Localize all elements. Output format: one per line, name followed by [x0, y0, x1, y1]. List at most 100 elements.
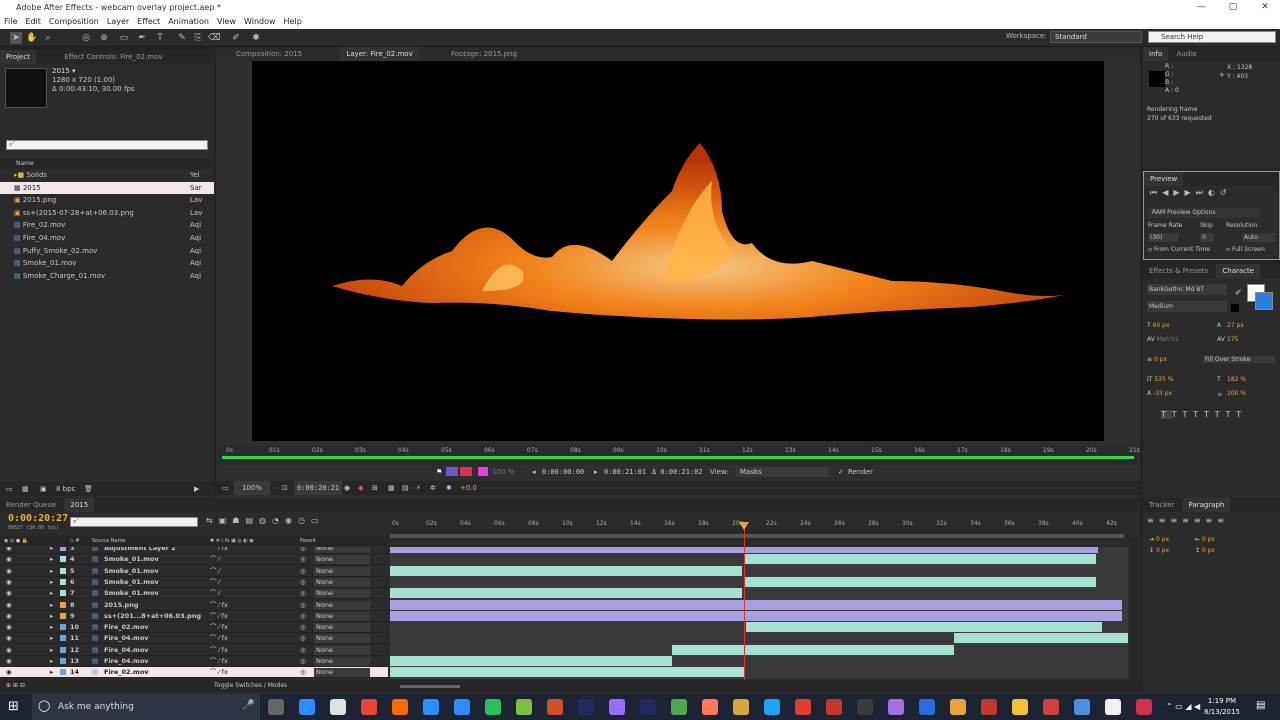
parent-select[interactable]: None [314, 611, 370, 621]
taskbar-app-icon[interactable] [578, 699, 594, 715]
taskbar-app-icon[interactable] [1105, 699, 1121, 715]
label-color[interactable] [60, 547, 66, 551]
list-item[interactable]: ▤ Smoke_01.mov Aqi [0, 257, 214, 270]
play-icon[interactable]: ▶ [1173, 188, 1184, 197]
viewer-canvas[interactable] [252, 61, 1104, 441]
pan-behind-tool-icon[interactable]: ⊕ [98, 32, 110, 44]
parent-icon[interactable]: ◎ [300, 611, 306, 622]
last-frame-icon[interactable]: ⏭ [1196, 188, 1208, 197]
indent-right[interactable]: 0 px [1202, 536, 1215, 543]
parent-icon[interactable]: ◎ [300, 547, 306, 554]
next-frame-icon[interactable]: ▶ [1185, 188, 1196, 197]
taskbar-app-icon[interactable] [1074, 699, 1090, 715]
parent-icon[interactable]: ◎ [300, 554, 306, 565]
color-icon[interactable] [460, 467, 472, 476]
visibility-icon[interactable]: ◉ [6, 547, 12, 554]
project-search-input[interactable]: ⌕ᐟ [6, 140, 208, 150]
zoom-select[interactable]: 100% [234, 481, 270, 495]
table-row[interactable]: ◉ ▸ 9 ▤ ss+(201...8+at+06.03.png ⌒ ⁄ fx ◎ None [0, 611, 388, 622]
folder-icon[interactable]: ▭ [6, 482, 13, 496]
taskbar-app-icon[interactable] [609, 699, 625, 715]
parent-select[interactable]: None [314, 600, 370, 610]
graph-icon[interactable]: ▭ [311, 516, 325, 525]
rectangle-tool-icon[interactable]: ▭ [118, 32, 130, 44]
layer-name[interactable]: 2015.png [104, 600, 139, 611]
eraser-tool-icon[interactable]: ⌫ [208, 32, 221, 44]
parent-icon[interactable]: ◎ [300, 645, 306, 656]
switch-icons[interactable]: ⌒ ⁄ fx [210, 633, 228, 644]
parent-select[interactable]: None [314, 555, 370, 565]
stroke-color-swatch[interactable] [1255, 292, 1273, 310]
channel-icon[interactable] [446, 467, 458, 476]
new-folder-icon[interactable]: ▦ [22, 482, 29, 496]
layer-name[interactable]: Fire_04.mov [104, 633, 149, 644]
stroke-mode-select[interactable]: Fill Over Stroke [1203, 356, 1275, 363]
render-checkbox[interactable]: ✓ [838, 466, 844, 478]
visibility-icon[interactable]: ◉ [6, 622, 12, 633]
parent-icon[interactable]: ◎ [300, 622, 306, 633]
selection-tool-icon[interactable]: ➤ [10, 32, 22, 44]
taskbar-app-icon[interactable] [702, 699, 718, 715]
tab-project[interactable]: Project [0, 50, 36, 64]
layer-bar[interactable] [390, 610, 1122, 621]
tab-effects-presets[interactable]: Effects & Presets [1143, 264, 1214, 278]
layer-bar[interactable] [390, 667, 744, 678]
layer-overlay-icon[interactable]: ⚑ [436, 466, 442, 478]
layer-bar[interactable] [744, 554, 1096, 565]
tab-audio[interactable]: Audio [1170, 47, 1202, 61]
list-item[interactable]: ▤ Puffy_Smoke_02.mov Aqi [0, 245, 214, 258]
tab-paragraph[interactable]: Paragraph [1182, 498, 1231, 512]
workspace-select[interactable]: Standard [1050, 31, 1142, 43]
label-color[interactable] [60, 590, 66, 597]
menu-layer[interactable]: Layer [103, 15, 133, 29]
safe-zones-icon[interactable]: ⊡ [282, 481, 288, 495]
expand-icon[interactable]: ▸ [50, 633, 53, 644]
parent-icon[interactable]: ◎ [300, 633, 306, 644]
taskbar-app-icon[interactable] [795, 699, 811, 715]
visibility-icon[interactable]: ◉ [6, 554, 12, 565]
switches-icons[interactable]: ✱ ✲ \ fx ▣ ◎ ◐ ◉ [210, 536, 254, 546]
viewer-ruler[interactable]: 0s 01s 02s 03s 04s 05s 06s 07s 08s 09s 10s 11s 12s 13… [218, 445, 1140, 465]
hand-tool-icon[interactable]: ✋ [26, 32, 38, 44]
kerning[interactable]: Metrics [1157, 336, 1179, 343]
switch-icons[interactable]: ⌒ ⁄ fx [210, 656, 228, 667]
justify-left-icon[interactable]: ≡ [1182, 516, 1194, 525]
layer-bar[interactable] [390, 656, 672, 666]
region-icon[interactable]: ⊞ [372, 481, 378, 495]
taskbar-app-icon[interactable] [392, 699, 408, 715]
layer-bar[interactable] [390, 588, 742, 599]
layer-name[interactable]: Fire_04.mov [104, 645, 149, 656]
taskbar-app-icon[interactable] [454, 699, 470, 715]
roto-brush-tool-icon[interactable]: ✐ [230, 32, 242, 44]
label-color[interactable] [60, 578, 66, 585]
viewer-timecode[interactable]: 0:00:20:21 [294, 481, 343, 495]
all-caps-icon[interactable]: TT [1183, 410, 1205, 419]
list-item[interactable]: ▦ 2015 Sar [0, 181, 214, 195]
visibility-icon[interactable]: ◉ [6, 577, 12, 588]
first-frame-icon[interactable]: ⏮ [1150, 188, 1162, 197]
taskbar-app-icon[interactable] [1043, 699, 1059, 715]
layer-bar[interactable] [390, 599, 1122, 610]
shy-icon[interactable]: ☗ [232, 516, 245, 525]
frame-blend-icon[interactable]: ▤ [245, 516, 259, 525]
visibility-icon[interactable]: ◉ [6, 566, 12, 577]
expand-icon[interactable]: ▸ [50, 622, 53, 633]
notifications-icon[interactable]: ▤ [1256, 700, 1265, 711]
transparency-grid-icon[interactable]: ▦ [388, 481, 395, 495]
graph-editor-icon[interactable]: ◔ [272, 516, 285, 525]
label-icon[interactable]: ◇ # [70, 536, 80, 546]
stroke-width[interactable]: 0 px [1154, 356, 1167, 363]
label-color[interactable] [60, 658, 66, 664]
tray-icons[interactable]: ⌃ ▭ ◢ ◀ [1166, 702, 1200, 711]
type-tool-icon[interactable]: T [154, 32, 166, 44]
parent-select[interactable]: None [314, 566, 370, 576]
menu-help[interactable]: Help [280, 15, 306, 29]
table-row[interactable]: ◉ ▸ 6 ▤ Smoke_01.mov ⌒ ⁄ ◎ None [0, 577, 388, 588]
switch-icons[interactable]: ⌒ ⁄ [210, 577, 220, 588]
layer-name[interactable]: Fire_02.mov [104, 622, 149, 633]
resolution-select[interactable]: Auto [1242, 233, 1276, 242]
draft-3d-icon[interactable]: ▣ [219, 516, 233, 525]
taskbar-app-icon[interactable] [888, 699, 904, 715]
layer-name[interactable]: Fire_04.mov [104, 656, 149, 667]
list-item[interactable]: ▣ ss+(2015-07-28+at+06.03.png Lav [0, 207, 214, 220]
